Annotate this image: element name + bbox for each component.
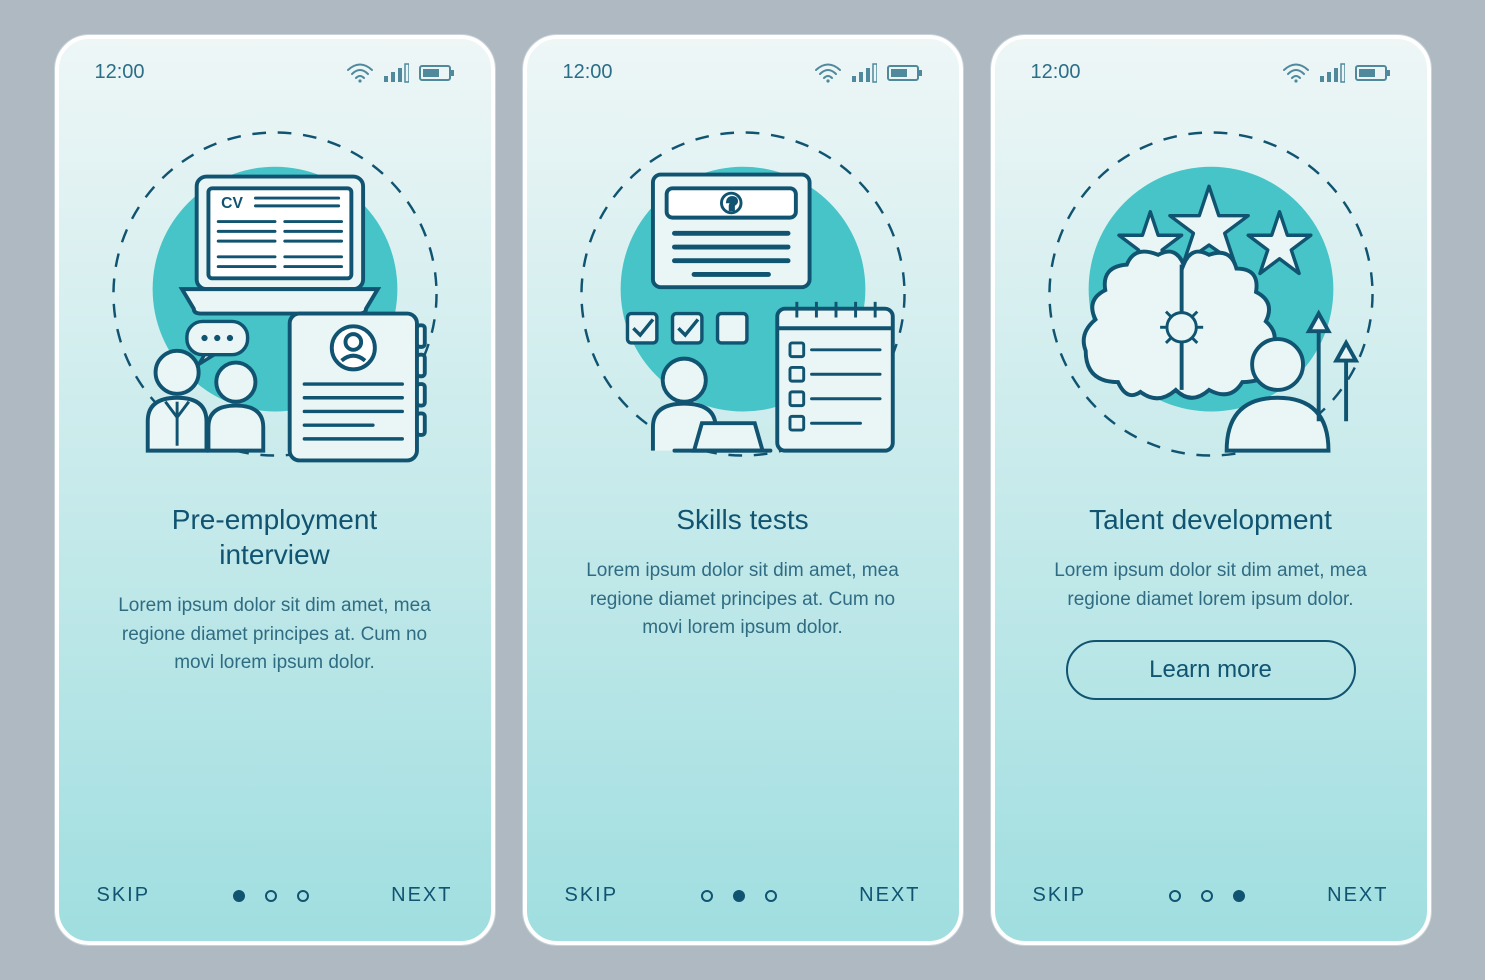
svg-text:?: ? (727, 196, 737, 213)
dot-1[interactable] (1169, 890, 1181, 902)
wifi-icon (1283, 63, 1309, 83)
battery-icon (887, 63, 923, 83)
signal-icon (1319, 63, 1345, 83)
onboarding-screen-3: 12:00 (991, 35, 1431, 945)
status-bar: 12:00 (1025, 61, 1397, 84)
next-button[interactable]: NEXT (859, 884, 920, 907)
page-dots (233, 890, 309, 902)
onboarding-screen-1: 12:00 CV (55, 35, 495, 945)
dot-2[interactable] (733, 890, 745, 902)
screen-title: Talent development (1025, 502, 1397, 537)
skip-button[interactable]: SKIP (1033, 884, 1087, 907)
next-button[interactable]: NEXT (1327, 884, 1388, 907)
status-icons (815, 63, 923, 83)
dot-3[interactable] (297, 890, 309, 902)
status-time: 12:00 (1031, 61, 1081, 84)
status-time: 12:00 (95, 61, 145, 84)
battery-icon (1355, 63, 1391, 83)
page-dots (701, 890, 777, 902)
screen-body: Lorem ipsum dolor sit dim amet, mea regi… (1025, 557, 1397, 614)
status-bar: 12:00 (89, 61, 461, 84)
screen-title: Pre-employment interview (89, 502, 461, 572)
dot-2[interactable] (265, 890, 277, 902)
signal-icon (851, 63, 877, 83)
screen-body: Lorem ipsum dolor sit dim amet, mea regi… (557, 557, 929, 643)
talent-illustration (1025, 104, 1397, 484)
next-button[interactable]: NEXT (391, 884, 452, 907)
onboarding-screen-2: 12:00 ? (523, 35, 963, 945)
skip-button[interactable]: SKIP (97, 884, 151, 907)
nav-row: SKIP NEXT (59, 884, 491, 907)
status-bar: 12:00 (557, 61, 929, 84)
nav-row: SKIP NEXT (995, 884, 1427, 907)
screen-body: Lorem ipsum dolor sit dim amet, mea regi… (89, 592, 461, 678)
wifi-icon (347, 63, 373, 83)
status-icons (347, 63, 455, 83)
wifi-icon (815, 63, 841, 83)
interview-illustration: CV (89, 104, 461, 484)
skip-button[interactable]: SKIP (565, 884, 619, 907)
dot-3[interactable] (765, 890, 777, 902)
nav-row: SKIP NEXT (527, 884, 959, 907)
dot-3[interactable] (1233, 890, 1245, 902)
signal-icon (383, 63, 409, 83)
battery-icon (419, 63, 455, 83)
dot-1[interactable] (701, 890, 713, 902)
learn-more-button[interactable]: Learn more (1066, 640, 1356, 700)
skills-illustration: ? (557, 104, 929, 484)
dot-2[interactable] (1201, 890, 1213, 902)
status-icons (1283, 63, 1391, 83)
status-time: 12:00 (563, 61, 613, 84)
screen-title: Skills tests (557, 502, 929, 537)
page-dots (1169, 890, 1245, 902)
dot-1[interactable] (233, 890, 245, 902)
svg-text:CV: CV (221, 195, 243, 212)
